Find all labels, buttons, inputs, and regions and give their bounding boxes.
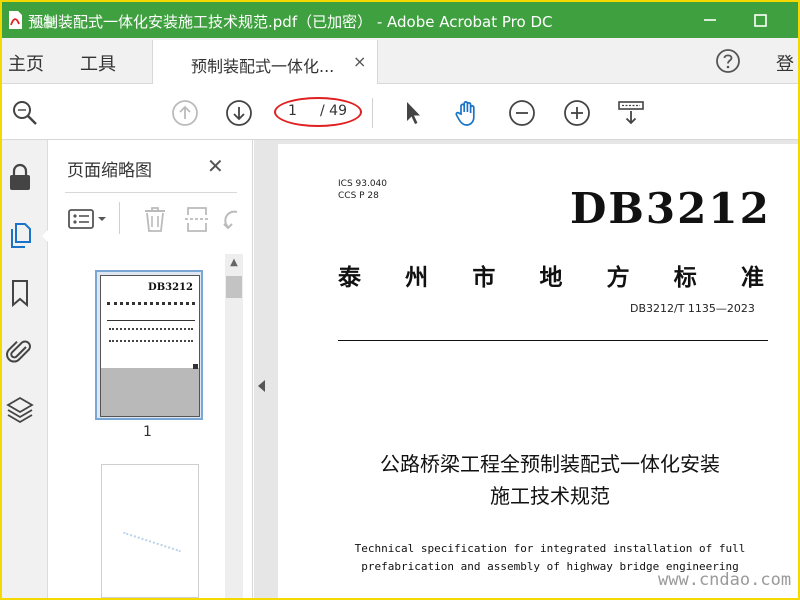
scroll-up-arrow-icon[interactable]: ▲ (225, 254, 243, 272)
delete-page-icon[interactable] (141, 204, 169, 234)
heading-char: 市 (472, 264, 496, 291)
standard-number: DB3212/T 1135—2023 (630, 302, 755, 315)
thumbnail-rule (107, 320, 195, 321)
thumbnail-code: DB3212 (148, 282, 193, 293)
document-tab[interactable]: 预制装配式一体化... × (152, 40, 378, 84)
close-tab-icon[interactable]: × (353, 52, 366, 71)
search-icon[interactable] (10, 98, 40, 128)
lock-icon[interactable] (6, 162, 34, 192)
toolbar: 1 / 49 (2, 84, 798, 140)
chinese-title-line-1: 公路桥梁工程全预制装配式一体化安装 (380, 452, 720, 476)
acrobat-window: 迅捷 预制装配式一体化安装施工技术规范.pdf（已加密） - Adobe Acr… (2, 2, 798, 598)
page-navigator: 1 / 49 (274, 97, 362, 127)
document-page: ICS 93.040 CCS P 28 DB3212 泰 州 市 地 方 标 准… (278, 144, 798, 598)
sign-in-link[interactable]: 登 (776, 50, 794, 76)
standard-type-heading: 泰 州 市 地 方 标 准 (338, 258, 764, 292)
bookmark-icon[interactable] (6, 278, 34, 308)
heading-char: 方 (606, 264, 630, 291)
thumbnail-page-number: 1 (143, 424, 152, 440)
close-panel-icon[interactable]: ✕ (207, 154, 224, 178)
document-viewport[interactable]: ICS 93.040 CCS P 28 DB3212 泰 州 市 地 方 标 准… (254, 140, 798, 598)
panel-toolbar-divider (119, 202, 120, 234)
chinese-title-line-2: 施工技术规范 (490, 484, 610, 508)
header-rule (338, 340, 768, 341)
acrobat-app-icon (9, 11, 22, 29)
thumbnail-page-preview: DB3212 (100, 275, 200, 417)
attachment-icon[interactable] (6, 336, 34, 366)
thumbnail-title-block (109, 328, 193, 342)
page-thumbnails-icon[interactable] (6, 220, 34, 250)
site-watermark: www.cndao.com (658, 570, 792, 590)
page-total: / 49 (320, 103, 347, 119)
thumbnail-watermark-mark (123, 531, 181, 553)
heading-char: 地 (539, 264, 563, 291)
extract-page-icon[interactable] (183, 204, 211, 234)
next-page-icon[interactable] (224, 98, 254, 128)
tab-bar: 主页 工具 预制装配式一体化... × 登 (2, 38, 798, 84)
rotate-page-icon[interactable] (221, 204, 241, 234)
heading-char: 标 (673, 264, 697, 291)
heading-char: 准 (740, 264, 764, 291)
zoom-in-icon[interactable] (562, 98, 592, 128)
tools-tab[interactable]: 工具 (80, 50, 116, 76)
minimize-icon[interactable] (698, 8, 722, 32)
page-thumbnails-panel: 页面缩略图 ✕ DB3212 1 ▲ (49, 140, 253, 598)
chinese-title: 公路桥梁工程全预制装配式一体化安装 施工技术规范 (318, 448, 782, 512)
home-tab[interactable]: 主页 (8, 50, 44, 76)
collapse-panel-arrow-icon[interactable] (258, 380, 265, 392)
english-title-line-1: Technical specification for integrated i… (354, 542, 746, 555)
maximize-icon[interactable] (748, 8, 772, 32)
ccs-code: CCS P 28 (338, 191, 379, 201)
panel-title: 页面缩略图 (67, 161, 152, 181)
heading-char: 州 (405, 264, 429, 291)
title-bar: 迅捷 预制装配式一体化安装施工技术规范.pdf（已加密） - Adobe Acr… (2, 2, 798, 38)
panel-divider (65, 192, 237, 193)
thumbnail-unrendered-area (101, 368, 199, 416)
left-navigation-rail (2, 140, 50, 598)
options-menu-icon[interactable] (67, 204, 111, 234)
scrollbar-thumb[interactable] (226, 276, 242, 298)
layers-icon[interactable] (6, 394, 34, 424)
classification-codes: ICS 93.040 CCS P 28 (338, 178, 387, 202)
standard-code: DB3212 (570, 184, 771, 233)
page-number-input[interactable]: 1 (288, 103, 312, 119)
page-thumbnail-1[interactable]: DB3212 (95, 270, 203, 420)
document-tab-label: 预制装配式一体化... (191, 57, 335, 76)
zoom-out-icon[interactable] (507, 98, 537, 128)
help-icon[interactable] (714, 47, 742, 75)
hand-tool-icon[interactable] (452, 98, 482, 128)
toolbar-divider (372, 98, 373, 128)
thumbnail-text-line (107, 302, 195, 305)
select-tool-icon[interactable] (398, 98, 428, 128)
thumbnail-resize-handle[interactable] (193, 364, 198, 369)
ics-code: ICS 93.040 (338, 179, 388, 189)
page-thumbnail-2[interactable] (101, 464, 199, 598)
window-title: 预制装配式一体化安装施工技术规范.pdf（已加密） - Adobe Acroba… (28, 13, 553, 31)
thumbnail-scrollbar[interactable]: ▲ (225, 254, 243, 598)
heading-char: 泰 (338, 264, 361, 291)
scroll-mode-icon[interactable] (616, 98, 646, 128)
previous-page-icon[interactable] (170, 98, 200, 128)
